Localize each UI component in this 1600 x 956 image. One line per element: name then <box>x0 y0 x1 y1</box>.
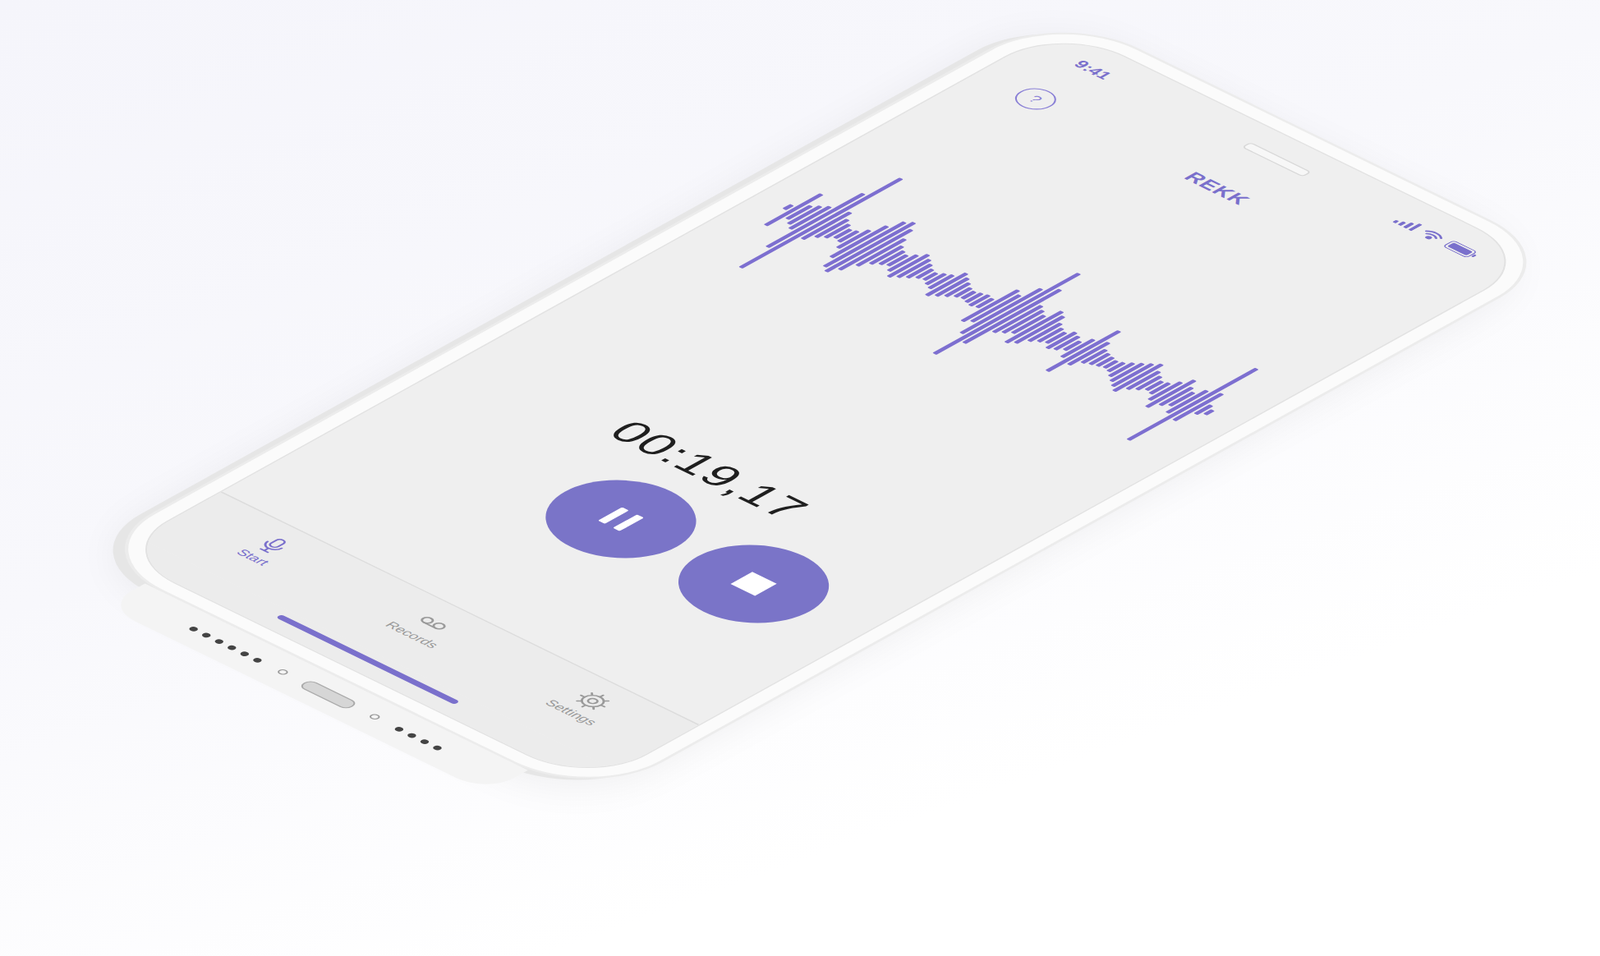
speaker-hole <box>239 650 252 658</box>
status-icons <box>1301 171 1482 261</box>
waveform-bar <box>1172 392 1224 422</box>
waveform-bar <box>855 238 907 267</box>
charging-port <box>298 679 359 710</box>
speaker-hole <box>213 638 226 645</box>
speaker-hole <box>201 631 214 639</box>
pause-icon <box>579 497 663 541</box>
phone: 9:41?REKK00:19,17StartRecordsSettings <box>40 9 1571 824</box>
waveform-bar <box>1203 409 1215 416</box>
battery-icon <box>1442 239 1482 260</box>
waveform-bar <box>1126 367 1259 442</box>
waveform-bar <box>1112 363 1164 392</box>
status-time: 9:41 <box>1069 58 1255 150</box>
tab-label: Settings <box>542 698 601 728</box>
speaker-hole <box>188 625 201 633</box>
app-title: REKK <box>1180 168 1257 207</box>
stop-icon <box>712 562 796 606</box>
screw <box>275 668 291 676</box>
speaker-slot <box>1241 142 1312 178</box>
stage: 9:41?REKK00:19,17StartRecordsSettings <box>0 0 1600 956</box>
speaker-grille <box>393 726 444 751</box>
waveform-bar <box>1013 315 1066 345</box>
waveform-bar <box>1045 330 1122 373</box>
stop-button[interactable] <box>647 528 860 640</box>
header: ? REKK <box>947 54 1490 323</box>
speaker-hole <box>226 643 240 651</box>
waveform-bar <box>1144 379 1197 409</box>
signal-icon <box>1392 215 1423 231</box>
help-button[interactable]: ? <box>1006 83 1066 115</box>
speaker-hole <box>418 738 432 745</box>
waveform-bar <box>932 272 1081 355</box>
waveform-bar <box>800 211 852 240</box>
status-bar: 9:41 <box>1011 26 1539 287</box>
wifi-icon <box>1417 228 1448 244</box>
speaker-hole <box>393 726 406 733</box>
screw <box>367 712 382 721</box>
speaker-hole <box>432 744 445 751</box>
speaker-hole <box>406 731 419 739</box>
speaker-hole <box>252 657 265 664</box>
